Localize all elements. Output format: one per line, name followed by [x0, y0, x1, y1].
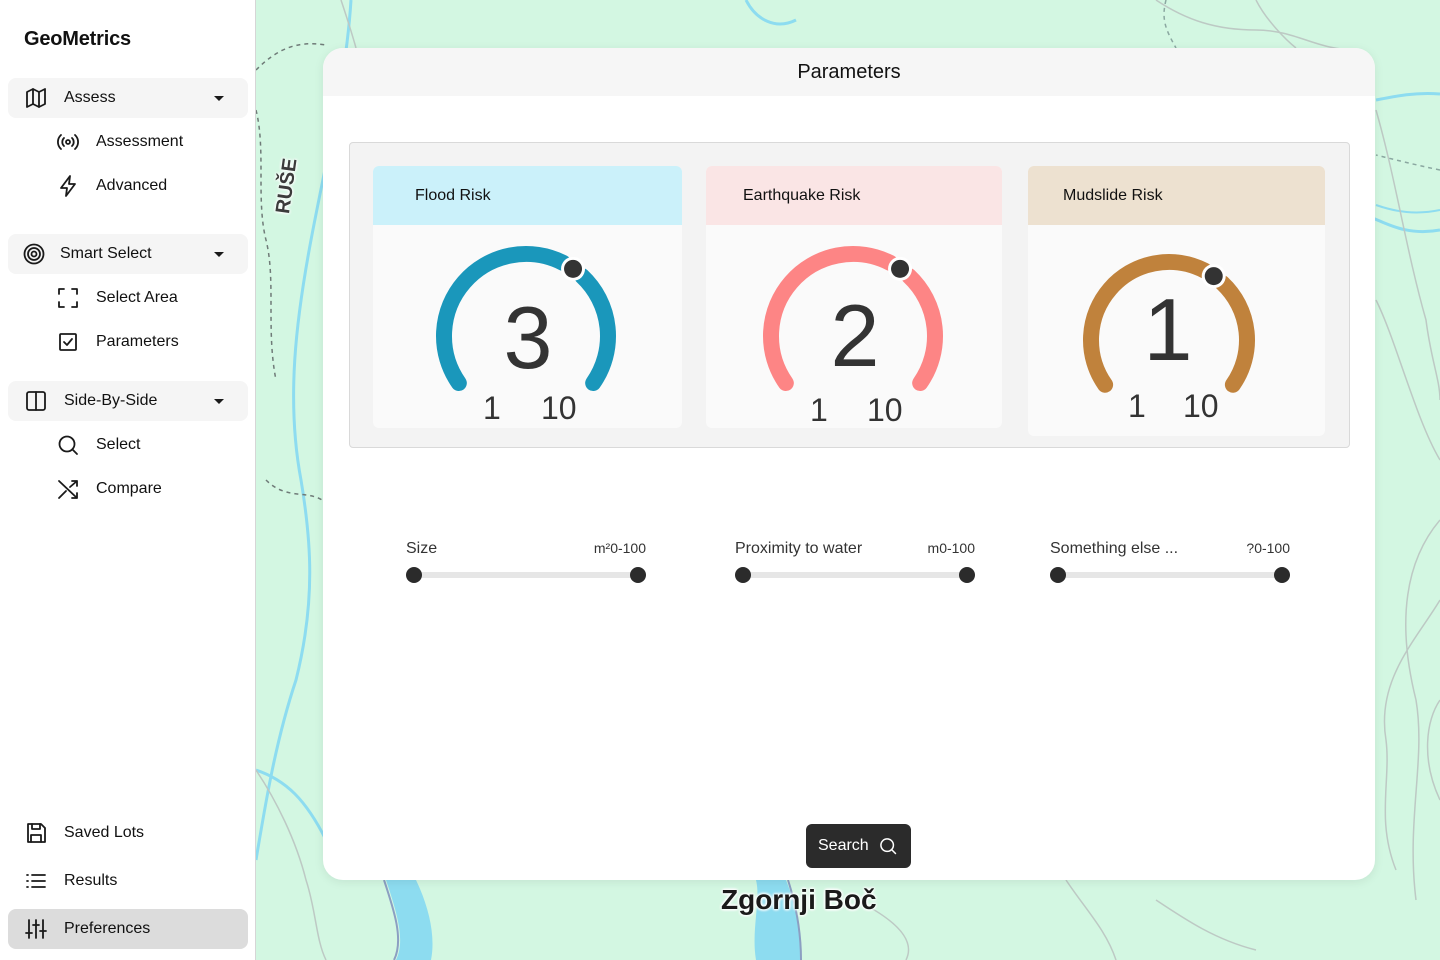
size-slider[interactable]: Size m²0-100: [406, 538, 646, 588]
something-else-slider[interactable]: Something else ... ?0-100: [1050, 538, 1290, 588]
risk-card-header: Earthquake Risk: [706, 166, 1002, 225]
sidebar-item-parameters[interactable]: Parameters: [56, 324, 248, 360]
gauge-handle[interactable]: [1204, 267, 1223, 286]
chevron-down-icon[interactable]: [214, 399, 224, 404]
slider-label: Something else ...: [1050, 540, 1179, 557]
selection-frame-icon: [58, 288, 78, 308]
map-icon: [26, 88, 46, 108]
sidebar-group-label: Smart Select: [60, 245, 152, 262]
gauge-max-label: 10: [1183, 388, 1219, 424]
sidebar-item-label: Assessment: [96, 133, 184, 150]
search-button-label: Search: [818, 837, 869, 854]
app-title: GeoMetrics: [24, 28, 131, 50]
slider-label: Size: [406, 540, 438, 557]
mudslide-risk-card: Mudslide Risk 1 1 10: [1028, 166, 1325, 436]
slider-track[interactable]: [1058, 572, 1282, 578]
sidebar-item-select[interactable]: Select: [56, 427, 248, 463]
gauge-max-label: 10: [867, 392, 903, 428]
risk-gauges-container: Flood Risk 3 1 10 Earthquake Risk 2 1 10…: [349, 142, 1350, 448]
shuffle-icon: [58, 480, 78, 499]
sidebar-item-compare[interactable]: Compare: [56, 471, 248, 507]
slider-track[interactable]: [743, 572, 967, 578]
floppy-disk-icon: [27, 823, 46, 843]
panel-title: Parameters: [797, 60, 901, 83]
list-icon: [26, 874, 46, 888]
sidebar-item-label: Results: [64, 872, 118, 889]
slider-track[interactable]: [414, 572, 638, 578]
chevron-down-icon[interactable]: [214, 96, 224, 101]
broadcast-icon: [57, 134, 79, 150]
search-button[interactable]: Search: [806, 824, 911, 868]
lightning-icon: [60, 175, 76, 197]
sidebar-item-label: Saved Lots: [64, 824, 145, 841]
sidebar-item-saved-lots[interactable]: Saved Lots: [8, 813, 248, 853]
slider-min-handle[interactable]: [1050, 567, 1066, 583]
flood-risk-card: Flood Risk 3 1 10: [373, 166, 682, 428]
gauge-value: 2: [830, 286, 880, 385]
sidebar-item-label: Select: [96, 436, 141, 453]
slider-range: ?0-100: [1246, 540, 1290, 556]
sidebar-item-results[interactable]: Results: [8, 861, 248, 901]
slider-max-handle[interactable]: [959, 567, 975, 583]
gauge-min-label: 1: [483, 390, 501, 426]
slider-range: m²0-100: [593, 540, 646, 556]
sidebar-item-label: Preferences: [64, 920, 151, 937]
sidebar: GeoMetrics Assess Assessment Advanced Sm…: [0, 0, 256, 960]
sidebar-item-select-area[interactable]: Select Area: [56, 280, 248, 316]
risk-name: Earthquake Risk: [743, 186, 861, 204]
chevron-down-icon[interactable]: [214, 252, 224, 257]
place-label: Zgornji Boč: [721, 884, 877, 915]
gauge-min-label: 1: [810, 392, 828, 428]
slider-min-handle[interactable]: [406, 567, 422, 583]
gauge-min-label: 1: [1128, 388, 1146, 424]
sidebar-group-assess[interactable]: Assess: [8, 78, 248, 118]
sidebar-item-label: Parameters: [96, 333, 179, 350]
slider-max-handle[interactable]: [630, 567, 646, 583]
risk-card-header: Mudslide Risk: [1028, 166, 1325, 225]
sidebar-group-label: Assess: [64, 89, 116, 106]
slider-max-handle[interactable]: [1274, 567, 1290, 583]
search-icon: [58, 435, 78, 455]
search-icon: [880, 838, 897, 855]
panel-header: Parameters: [323, 48, 1375, 96]
slider-range: m0-100: [927, 540, 975, 556]
proximity-to-water-slider[interactable]: Proximity to water m0-100: [735, 538, 975, 588]
sliders-icon: [25, 919, 47, 939]
sidebar-group-side-by-side[interactable]: Side-By-Side: [8, 381, 248, 421]
split-pane-icon: [26, 391, 46, 411]
target-icon: [23, 243, 45, 265]
sidebar-item-preferences[interactable]: Preferences: [8, 909, 248, 949]
gauge-max-label: 10: [541, 390, 577, 426]
sidebar-item-advanced[interactable]: Advanced: [56, 168, 248, 204]
gauge-value: 1: [1143, 280, 1193, 379]
sidebar-group-label: Side-By-Side: [64, 392, 158, 409]
gauge-handle[interactable]: [564, 259, 583, 278]
risk-card-header: Flood Risk: [373, 166, 682, 225]
sidebar-item-label: Select Area: [96, 289, 178, 306]
earthquake-risk-card: Earthquake Risk 2 1 10: [706, 166, 1002, 428]
parameters-panel: Parameters Flood Risk 3 1 10 Earthquake …: [323, 48, 1375, 880]
risk-name: Mudslide Risk: [1063, 186, 1163, 204]
sidebar-item-label: Compare: [96, 480, 162, 497]
risk-name: Flood Risk: [415, 186, 491, 204]
checkbox-icon: [59, 333, 77, 351]
sidebar-item-label: Advanced: [96, 177, 168, 194]
slider-min-handle[interactable]: [735, 567, 751, 583]
gauge-value: 3: [503, 288, 553, 387]
slider-label: Proximity to water: [735, 540, 863, 557]
sidebar-group-smart-select[interactable]: Smart Select: [8, 234, 248, 274]
sidebar-item-assessment[interactable]: Assessment: [56, 124, 248, 160]
gauge-handle[interactable]: [891, 259, 910, 278]
